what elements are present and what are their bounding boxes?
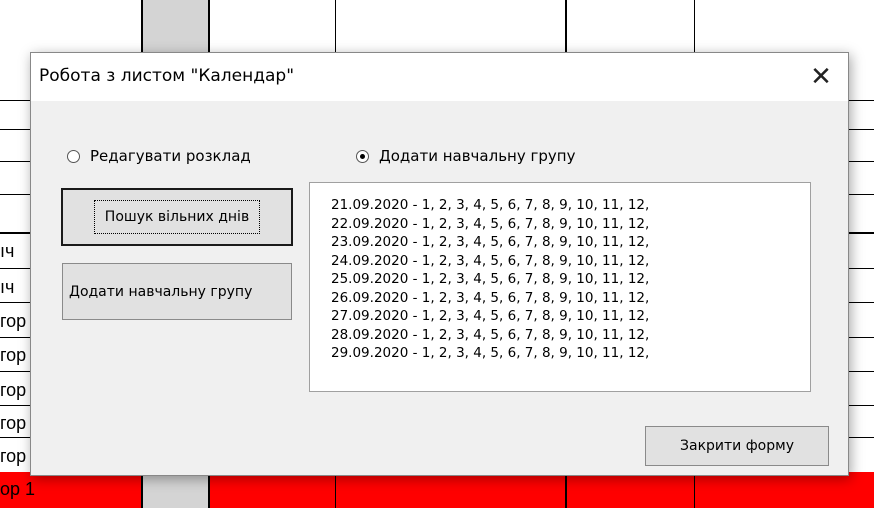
list-item[interactable]: 28.09.2020 - 1, 2, 3, 4, 5, 6, 7, 8, 9, … xyxy=(331,326,810,345)
last-row-label: ор 1 xyxy=(0,479,36,499)
radio-edit-schedule[interactable]: Редагувати розклад xyxy=(67,147,251,165)
radio-add-group-label: Додати навчальну групу xyxy=(379,147,576,165)
highlighted-row-gray-cell xyxy=(141,472,209,508)
search-free-days-label: Пошук вільних днів xyxy=(93,200,261,234)
dates-listbox[interactable]: 21.09.2020 - 1, 2, 3, 4, 5, 6, 7, 8, 9, … xyxy=(309,182,811,392)
cell-fragment: ıч xyxy=(0,241,15,261)
cell-fragment: гор xyxy=(0,380,27,400)
cell-fragment: гор xyxy=(0,345,27,365)
list-item[interactable]: 21.09.2020 - 1, 2, 3, 4, 5, 6, 7, 8, 9, … xyxy=(331,196,810,215)
list-item[interactable]: 24.09.2020 - 1, 2, 3, 4, 5, 6, 7, 8, 9, … xyxy=(331,252,810,271)
radio-checked-icon xyxy=(356,149,369,163)
cell-fragment: гор xyxy=(0,413,27,433)
close-form-button[interactable]: Закрити форму xyxy=(645,426,829,466)
add-group-label: Додати навчальну групу xyxy=(69,283,253,300)
radio-add-group[interactable]: Додати навчальну групу xyxy=(356,147,575,165)
list-item[interactable]: 29.09.2020 - 1, 2, 3, 4, 5, 6, 7, 8, 9, … xyxy=(331,344,810,363)
calendar-dialog: Робота з листом "Календар" ✕ Редагувати … xyxy=(30,52,849,476)
list-item[interactable]: 26.09.2020 - 1, 2, 3, 4, 5, 6, 7, 8, 9, … xyxy=(331,289,810,308)
close-icon[interactable]: ✕ xyxy=(797,55,845,99)
radio-circle-icon xyxy=(67,149,80,163)
cell-fragment: гор xyxy=(0,311,27,331)
add-group-button[interactable]: Додати навчальну групу xyxy=(62,263,292,320)
cell-fragment: гор xyxy=(0,446,27,466)
list-item[interactable]: 23.09.2020 - 1, 2, 3, 4, 5, 6, 7, 8, 9, … xyxy=(331,233,810,252)
dialog-title: Робота з листом "Календар" xyxy=(39,66,295,86)
cell-fragment: ıч xyxy=(0,277,15,297)
list-item[interactable]: 25.09.2020 - 1, 2, 3, 4, 5, 6, 7, 8, 9, … xyxy=(331,270,810,289)
radio-edit-schedule-label: Редагувати розклад xyxy=(90,147,251,165)
search-free-days-button[interactable]: Пошук вільних днів xyxy=(61,188,293,246)
list-item[interactable]: 27.09.2020 - 1, 2, 3, 4, 5, 6, 7, 8, 9, … xyxy=(331,307,810,326)
list-item[interactable]: 22.09.2020 - 1, 2, 3, 4, 5, 6, 7, 8, 9, … xyxy=(331,215,810,234)
close-form-label: Закрити форму xyxy=(680,438,794,454)
dialog-titlebar: Робота з листом "Календар" ✕ xyxy=(31,53,848,101)
highlighted-row xyxy=(0,472,874,508)
